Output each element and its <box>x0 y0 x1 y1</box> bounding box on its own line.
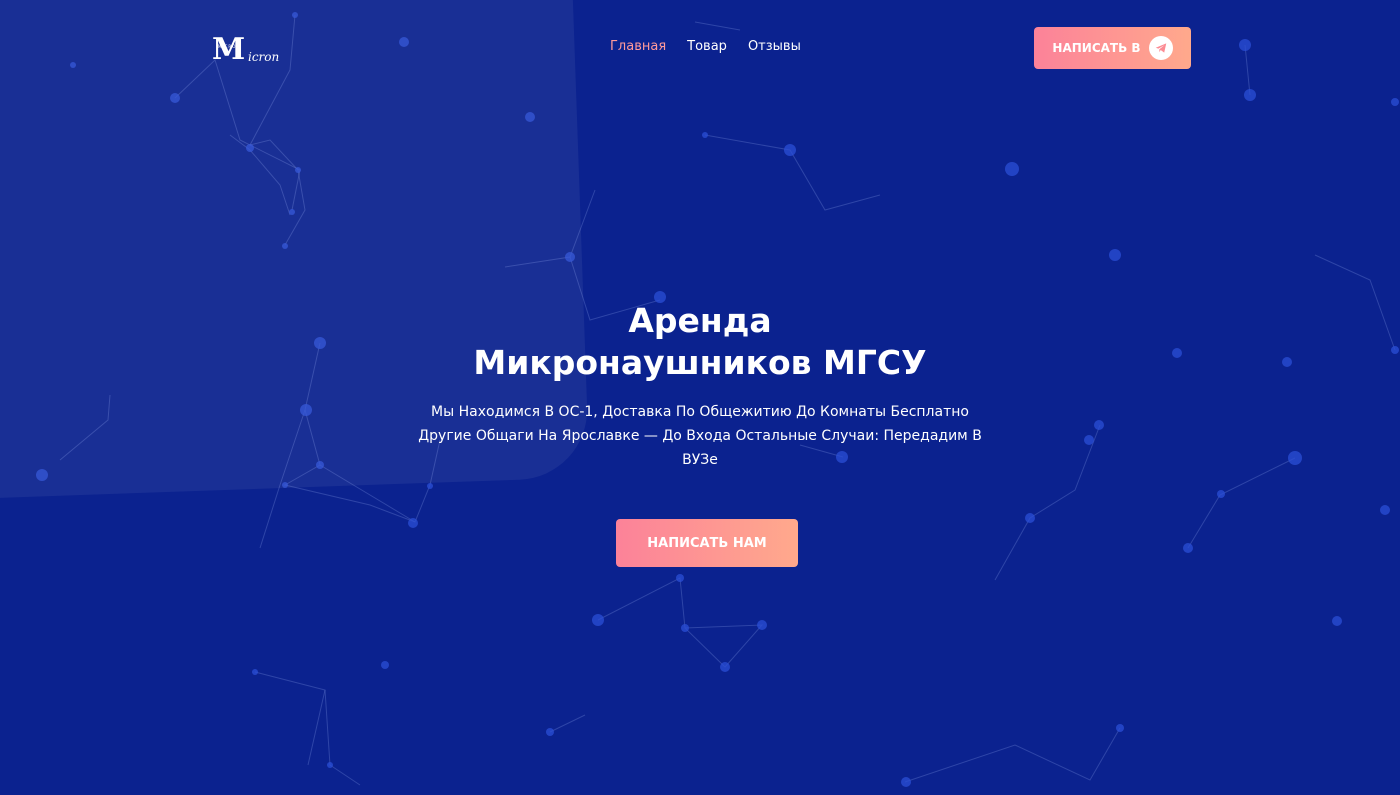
nav-item-home[interactable]: Главная <box>610 39 666 54</box>
write-telegram-label: НАПИСАТЬ В <box>1052 41 1141 55</box>
logo-small-text: MICRON <box>218 44 241 49</box>
write-us-button[interactable]: НАПИСАТЬ НАМ <box>616 519 798 567</box>
nav-item-product[interactable]: Товар <box>687 39 727 54</box>
logo[interactable]: M MICRON icron <box>210 32 300 70</box>
hero-title-line-2: Микронаушников МГСУ <box>473 343 927 382</box>
hero-description-line-1: Мы Находимся В ОС-1, Доставка По Общежит… <box>431 404 969 420</box>
logo-wordmark: icron <box>248 50 280 64</box>
hero-section: Аренда Микронаушников МГСУ Мы Находимся … <box>300 300 1100 472</box>
hero-description-line-3: ВУЗе <box>682 452 718 468</box>
hero-title-line-1: Аренда <box>628 301 772 340</box>
write-telegram-button[interactable]: НАПИСАТЬ В <box>1034 27 1191 69</box>
logo-initial: M <box>212 32 245 67</box>
hero-title: Аренда Микронаушников МГСУ <box>300 300 1100 384</box>
telegram-icon <box>1148 36 1173 60</box>
nav-item-reviews[interactable]: Отзывы <box>748 39 801 54</box>
hero-description: Мы Находимся В ОС-1, Доставка По Общежит… <box>360 400 1040 472</box>
main-nav: Главная Товар Отзывы <box>610 39 801 54</box>
hero-description-line-2: Другие Общаги На Ярославке — До Входа Ос… <box>418 428 982 444</box>
